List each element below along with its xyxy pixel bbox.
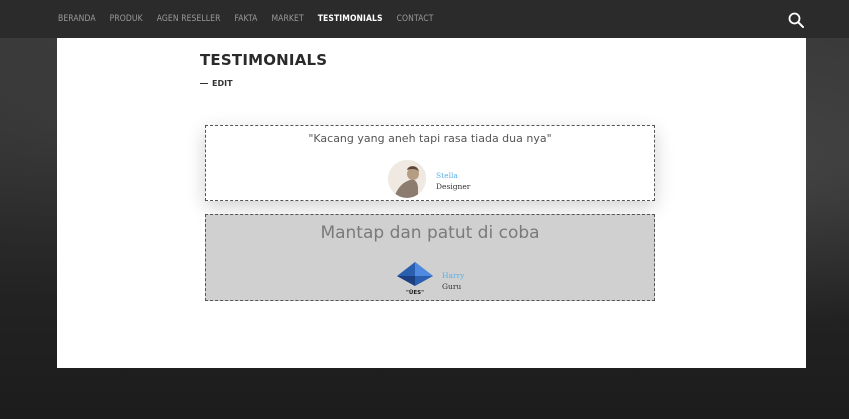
- testimonial-quote: "Kacang yang aneh tapi rasa tiada dua ny…: [308, 132, 552, 145]
- nav-item-beranda[interactable]: BERANDA: [58, 14, 96, 24]
- nav-menu: BERANDA PRODUK AGEN RESELLER FAKTA MARKE…: [58, 0, 447, 38]
- avatar: [388, 160, 426, 198]
- testimonial-name: Stella: [436, 171, 458, 180]
- search-icon[interactable]: [788, 12, 804, 28]
- testimonial-card: "Kacang yang aneh tapi rasa tiada dua ny…: [205, 125, 655, 201]
- nav-item-fakta[interactable]: FAKTA: [235, 14, 258, 24]
- page-title: TESTIMONIALS: [200, 51, 328, 69]
- edit-link[interactable]: EDIT: [200, 79, 233, 88]
- testimonial-name: Harry: [442, 271, 465, 280]
- nav-item-market[interactable]: MARKET: [271, 14, 303, 24]
- nav-item-testimonials[interactable]: TESTIMONIALS: [318, 14, 383, 24]
- testimonial-card: Mantap dan patut di coba "ÜES" Harry Gur…: [205, 214, 655, 301]
- testimonial-role: Designer: [436, 182, 471, 191]
- edit-label: EDIT: [212, 79, 233, 88]
- dash-icon: [200, 83, 208, 84]
- nav-item-produk[interactable]: PRODUK: [110, 14, 143, 24]
- main-content: TESTIMONIALS EDIT "Kacang yang aneh tapi…: [57, 38, 806, 368]
- brand-logo-icon: "ÜES": [397, 262, 433, 296]
- person-photo-icon: [388, 160, 426, 198]
- nav-item-agen-reseller[interactable]: AGEN RESELLER: [157, 14, 221, 24]
- nav-item-contact[interactable]: CONTACT: [397, 14, 434, 24]
- logo-text: "ÜES": [406, 289, 424, 296]
- testimonial-quote: Mantap dan patut di coba: [320, 223, 540, 243]
- top-navbar: BERANDA PRODUK AGEN RESELLER FAKTA MARKE…: [0, 0, 849, 38]
- testimonial-role: Guru: [442, 282, 462, 291]
